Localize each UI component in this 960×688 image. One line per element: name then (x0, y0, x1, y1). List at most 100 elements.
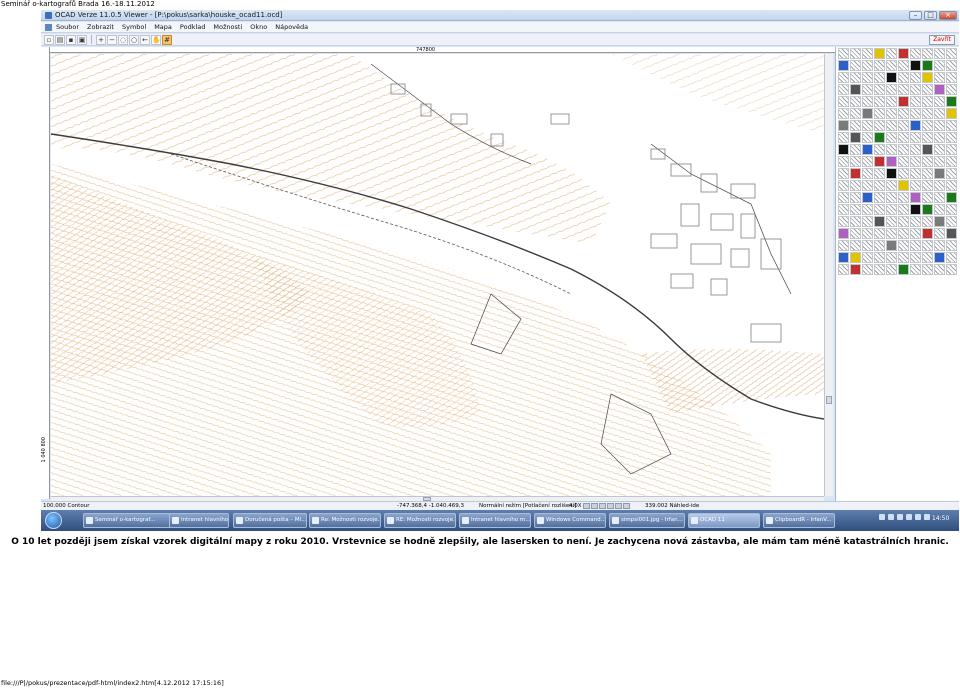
grid-status-icon[interactable] (615, 503, 622, 509)
back-icon[interactable]: ← (140, 34, 150, 45)
taskbar-item[interactable]: Doručená pošta – Mi... (233, 513, 307, 528)
symbol-tile[interactable] (874, 228, 885, 239)
symbol-tile[interactable] (862, 132, 873, 143)
symbol-tile[interactable] (946, 228, 957, 239)
taskbar-item[interactable]: Intranet hlavního m... (459, 513, 531, 528)
symbol-tile[interactable] (862, 84, 873, 95)
symbol-tile[interactable] (886, 216, 897, 227)
symbol-tile[interactable] (838, 60, 849, 71)
symbol-tile[interactable] (922, 192, 933, 203)
symbol-tile[interactable] (874, 240, 885, 251)
symbol-tile[interactable] (886, 48, 897, 59)
menu-soubor[interactable]: Soubor (56, 23, 79, 31)
symbol-tile[interactable] (922, 72, 933, 83)
symbol-tile[interactable] (910, 132, 921, 143)
symbol-tile[interactable] (934, 96, 945, 107)
symbol-tile[interactable] (946, 60, 957, 71)
symbol-tile[interactable] (922, 48, 933, 59)
menu-napoveda[interactable]: Nápověda (275, 23, 308, 31)
symbol-tile[interactable] (886, 84, 897, 95)
symbol-tile[interactable] (934, 168, 945, 179)
symbol-tile[interactable] (886, 72, 897, 83)
symbol-tile[interactable] (886, 96, 897, 107)
symbol-tile[interactable] (898, 120, 909, 131)
symbol-tile[interactable] (850, 84, 861, 95)
symbol-tile[interactable] (862, 48, 873, 59)
symbol-tile[interactable] (910, 108, 921, 119)
symbol-tile[interactable] (910, 120, 921, 131)
symbol-tile[interactable] (946, 96, 957, 107)
symbol-tile[interactable] (934, 120, 945, 131)
symbol-tile[interactable] (838, 132, 849, 143)
symbol-tile[interactable] (850, 144, 861, 155)
symbol-tile[interactable] (946, 204, 957, 215)
symbol-tile[interactable] (850, 108, 861, 119)
new-icon[interactable]: ▫ (44, 34, 54, 45)
symbol-tile[interactable] (910, 264, 921, 275)
symbol-tile[interactable] (946, 48, 957, 59)
symbol-tile[interactable] (898, 264, 909, 275)
tray-icon[interactable] (888, 514, 894, 520)
symbol-tile[interactable] (910, 204, 921, 215)
taskbar-clock[interactable]: 14:50 (932, 515, 949, 522)
symbol-tile[interactable] (934, 84, 945, 95)
symbol-tile[interactable] (850, 204, 861, 215)
menu-zobrazit[interactable]: Zobrazit (87, 23, 114, 31)
symbol-tile[interactable] (886, 144, 897, 155)
start-button[interactable] (45, 512, 62, 529)
zoom-fit-icon[interactable]: ○ (129, 34, 139, 45)
symbol-tile[interactable] (898, 84, 909, 95)
symbol-tile[interactable] (922, 96, 933, 107)
symbol-tile[interactable] (922, 168, 933, 179)
symbol-tile[interactable] (862, 204, 873, 215)
symbol-tile[interactable] (946, 240, 957, 251)
close-window-button[interactable]: × (939, 11, 957, 20)
symbol-tile[interactable] (850, 192, 861, 203)
symbol-tile[interactable] (886, 132, 897, 143)
symbol-tile[interactable] (910, 192, 921, 203)
symbol-tile[interactable] (838, 96, 849, 107)
symbol-tile[interactable] (898, 156, 909, 167)
symbol-tile[interactable] (838, 192, 849, 203)
symbol-tile[interactable] (910, 168, 921, 179)
symbol-tile[interactable] (922, 240, 933, 251)
zoom-out-icon[interactable]: − (107, 34, 117, 45)
taskbar-item[interactable]: simpsi001.jpg - Irfan... (609, 513, 685, 528)
symbol-tile[interactable] (850, 48, 861, 59)
symbol-tile[interactable] (850, 72, 861, 83)
menu-podklad[interactable]: Podklad (180, 23, 205, 31)
symbol-tile[interactable] (898, 48, 909, 59)
symbol-tile[interactable] (886, 108, 897, 119)
symbol-tile[interactable] (934, 180, 945, 191)
symbol-tile[interactable] (838, 108, 849, 119)
symbol-tile[interactable] (886, 264, 897, 275)
symbol-tile[interactable] (874, 72, 885, 83)
tray-icon[interactable] (924, 514, 930, 520)
symbol-tile[interactable] (934, 264, 945, 275)
symbol-tile[interactable] (838, 72, 849, 83)
symbol-tile[interactable] (946, 156, 957, 167)
symbol-tile[interactable] (934, 156, 945, 167)
layer-icon[interactable] (583, 503, 590, 509)
close-button[interactable]: Zavřít (929, 35, 955, 45)
symbol-tile[interactable] (922, 60, 933, 71)
symbol-tile[interactable] (862, 252, 873, 263)
symbol-tile[interactable] (838, 204, 849, 215)
symbol-tile[interactable] (838, 180, 849, 191)
symbol-tile[interactable] (838, 252, 849, 263)
symbol-tile[interactable] (910, 60, 921, 71)
symbol-tile[interactable] (862, 144, 873, 155)
symbol-tile[interactable] (898, 108, 909, 119)
symbol-tile[interactable] (862, 216, 873, 227)
symbol-tile[interactable] (874, 48, 885, 59)
symbol-tile[interactable] (910, 144, 921, 155)
symbol-tile[interactable] (874, 168, 885, 179)
symbol-tile[interactable] (910, 180, 921, 191)
symbol-tile[interactable] (874, 60, 885, 71)
symbol-tile[interactable] (886, 120, 897, 131)
symbol-tile[interactable] (862, 240, 873, 251)
menu-mapa[interactable]: Mapa (154, 23, 172, 31)
grid-icon[interactable]: # (162, 34, 172, 45)
symbol-tile[interactable] (922, 252, 933, 263)
taskbar-item[interactable]: Intranet hlavního m... (169, 513, 229, 528)
